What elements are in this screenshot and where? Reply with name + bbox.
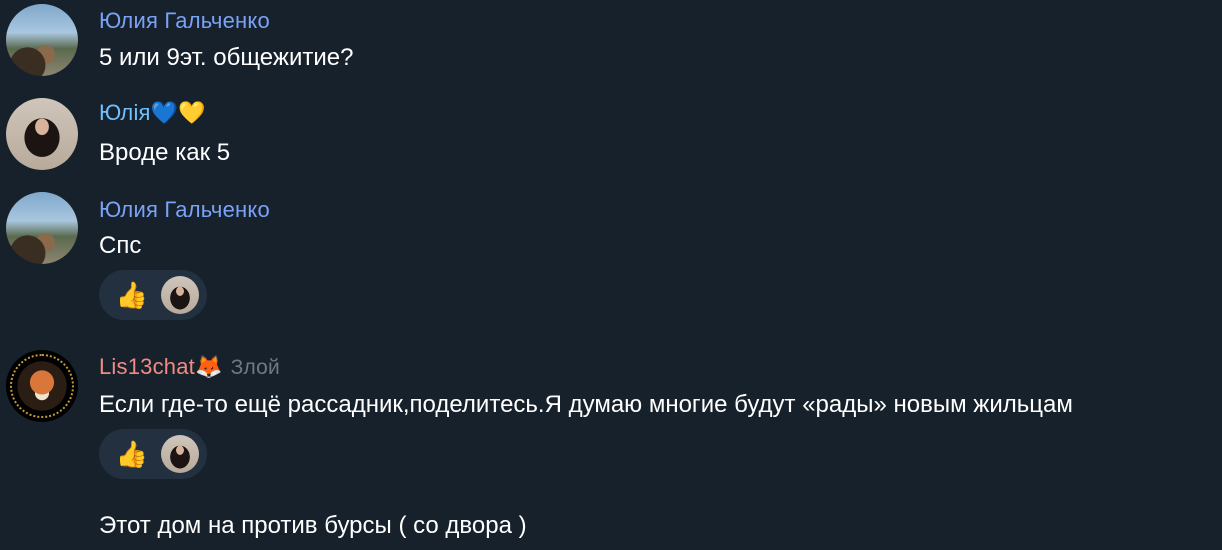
sender-name[interactable]: Lis13chat🦊 Злой [99,354,280,380]
sender-name[interactable]: Юлия Гальченко [99,8,270,34]
sender-name[interactable]: Юлия Гальченко [99,197,270,223]
reactor-avatar [161,435,199,473]
avatar[interactable] [6,350,78,422]
member-title: Злой [230,356,280,379]
avatar[interactable] [6,4,78,76]
avatar[interactable] [6,98,78,170]
thumbs-up-icon: 👍 [115,279,149,310]
reaction-chip[interactable]: 👍 [99,429,207,479]
message-text: Если где-то ещё рассадник,поделитесь.Я д… [99,391,1073,418]
message-text: Спс [99,232,142,259]
reaction-chip[interactable]: 👍 [99,270,207,320]
message-text: Этот дом на против бурсы ( со двора ) [99,512,527,539]
heart-emoji-icons: 💙💛 [150,100,206,125]
fox-emoji-icon: 🦊 [194,354,223,379]
message-text: 5 или 9эт. общежитие? [99,44,354,71]
avatar[interactable] [6,192,78,264]
reactor-avatar [161,276,199,314]
thumbs-up-icon: 👍 [115,438,149,469]
message-text: Вроде как 5 [99,139,231,166]
sender-name[interactable]: Юлія💙💛 [99,100,206,126]
